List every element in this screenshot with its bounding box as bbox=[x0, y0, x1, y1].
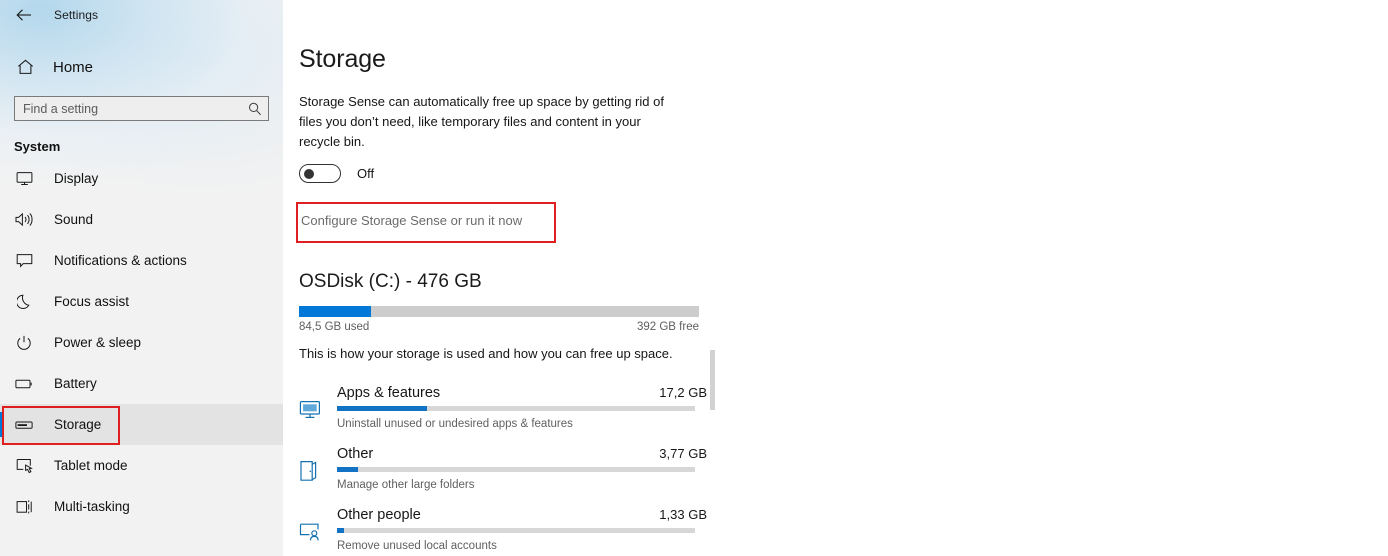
storage-category-body: Other 3,77 GB Manage other large folders bbox=[337, 446, 707, 491]
sidebar-item-label: Power & sleep bbox=[54, 335, 142, 350]
storage-category-bar bbox=[337, 406, 695, 411]
multitasking-icon bbox=[14, 497, 34, 517]
sidebar-group-title: System bbox=[14, 139, 61, 154]
storage-category-other[interactable]: Other 3,77 GB Manage other large folders bbox=[299, 443, 707, 504]
search-input[interactable] bbox=[23, 97, 246, 120]
storage-category-name: Other people bbox=[337, 507, 421, 523]
disk-used-label: 84,5 GB used bbox=[299, 321, 370, 333]
storage-category-head: Apps & features 17,2 GB bbox=[337, 385, 707, 401]
storage-category-size: 17,2 GB bbox=[659, 385, 707, 400]
search-box[interactable] bbox=[14, 96, 269, 121]
apps-monitor-icon bbox=[299, 385, 337, 425]
sidebar-item-sound[interactable]: Sound bbox=[0, 199, 283, 240]
disk-free-label: 392 GB free bbox=[636, 321, 699, 333]
sidebar-item-focus-assist[interactable]: Focus assist bbox=[0, 281, 283, 322]
storage-category-bar bbox=[337, 528, 695, 533]
disk-title: OSDisk (C:) - 476 GB bbox=[299, 271, 482, 292]
sidebar-item-label: Multi-tasking bbox=[54, 499, 130, 514]
page-title: Storage bbox=[299, 45, 386, 73]
storage-category-subtitle: Remove unused local accounts bbox=[337, 540, 497, 552]
storage-category-size: 1,33 GB bbox=[659, 507, 707, 522]
sidebar-item-multitasking[interactable]: Multi-tasking bbox=[0, 486, 283, 527]
sidebar-item-display[interactable]: Display bbox=[0, 158, 283, 199]
storage-category-list: Apps & features 17,2 GB Uninstall unused… bbox=[299, 382, 1388, 556]
sidebar: Settings Home Find a setting System Disp… bbox=[0, 0, 283, 556]
storage-category-apps-features[interactable]: Apps & features 17,2 GB Uninstall unused… bbox=[299, 382, 707, 443]
sidebar-item-power-sleep[interactable]: Power & sleep bbox=[0, 322, 283, 363]
storage-category-bar-fill bbox=[337, 406, 427, 411]
window-title: Settings bbox=[54, 8, 99, 22]
storage-category-head: Other 3,77 GB bbox=[337, 446, 707, 462]
storage-category-subtitle: Manage other large folders bbox=[337, 479, 475, 491]
settings-window: Settings Home Find a setting System Disp… bbox=[0, 0, 1388, 556]
storage-sense-description: Storage Sense can automatically free up … bbox=[299, 94, 664, 149]
storage-category-bar-fill bbox=[337, 528, 345, 533]
storage-category-name: Other bbox=[337, 446, 374, 462]
sidebar-item-tablet-mode[interactable]: Tablet mode bbox=[0, 445, 283, 486]
home-icon bbox=[14, 56, 36, 78]
power-icon bbox=[14, 333, 34, 353]
monitor-icon bbox=[14, 169, 34, 189]
title-bar: Settings bbox=[0, 0, 283, 30]
notification-icon bbox=[14, 251, 34, 271]
storage-category-body: Apps & features 17,2 GB Uninstall unused… bbox=[337, 385, 707, 430]
storage-category-name: Apps & features bbox=[337, 385, 441, 401]
disk-note: This is how your storage is used and how… bbox=[299, 346, 673, 361]
sidebar-item-notifications[interactable]: Notifications & actions bbox=[0, 240, 283, 281]
storage-sense-toggle[interactable] bbox=[299, 164, 341, 183]
sidebar-item-label: Notifications & actions bbox=[54, 253, 187, 268]
sidebar-item-label: Storage bbox=[54, 417, 102, 432]
storage-sense-toggle-row: Off bbox=[299, 164, 1388, 183]
toggle-state-label: Off bbox=[357, 166, 375, 181]
storage-category-bar bbox=[337, 467, 695, 472]
tablet-touch-icon bbox=[14, 456, 34, 476]
search-icon[interactable] bbox=[246, 100, 264, 118]
sidebar-item-label: Tablet mode bbox=[54, 458, 128, 473]
back-arrow-icon[interactable] bbox=[12, 4, 36, 26]
storage-category-bar-fill bbox=[337, 467, 359, 472]
open-folder-icon bbox=[299, 446, 337, 486]
sidebar-item-home[interactable]: Home bbox=[0, 48, 283, 86]
storage-category-size: 3,77 GB bbox=[659, 446, 707, 461]
sidebar-nav-list: Display Sound Notifications & actions Fo… bbox=[0, 158, 283, 527]
storage-category-subtitle: Uninstall unused or undesired apps & fea… bbox=[337, 418, 573, 430]
storage-category-other-people[interactable]: Other people 1,33 GB Remove unused local… bbox=[299, 504, 707, 556]
storage-category-body: Other people 1,33 GB Remove unused local… bbox=[337, 507, 707, 552]
disk-usage-bar-fill bbox=[299, 306, 371, 317]
speaker-icon bbox=[14, 210, 34, 230]
toggle-knob bbox=[304, 168, 314, 179]
battery-icon bbox=[14, 374, 34, 394]
sidebar-item-battery[interactable]: Battery bbox=[0, 363, 283, 404]
sidebar-item-label: Battery bbox=[54, 376, 97, 391]
sidebar-item-label: Sound bbox=[54, 212, 94, 227]
disk-usage-bar bbox=[299, 306, 699, 317]
storage-category-head: Other people 1,33 GB bbox=[337, 507, 707, 523]
main-content: Storage Storage Sense can automatically … bbox=[283, 0, 1388, 556]
sidebar-item-label: Focus assist bbox=[54, 294, 130, 309]
configure-storage-sense-link[interactable]: Configure Storage Sense or run it now bbox=[301, 213, 522, 228]
moon-icon bbox=[14, 292, 34, 312]
sidebar-item-label: Display bbox=[54, 171, 99, 186]
disk-usage-legend: 84,5 GB used 392 GB free bbox=[299, 321, 699, 333]
storage-drive-icon bbox=[14, 415, 34, 435]
user-monitor-icon bbox=[299, 507, 337, 547]
sidebar-home-label: Home bbox=[53, 58, 94, 76]
configure-storage-sense-highlight: Configure Storage Sense or run it now bbox=[296, 202, 556, 243]
sidebar-item-storage[interactable]: Storage bbox=[0, 404, 283, 445]
scrollbar-thumb[interactable] bbox=[710, 350, 715, 410]
